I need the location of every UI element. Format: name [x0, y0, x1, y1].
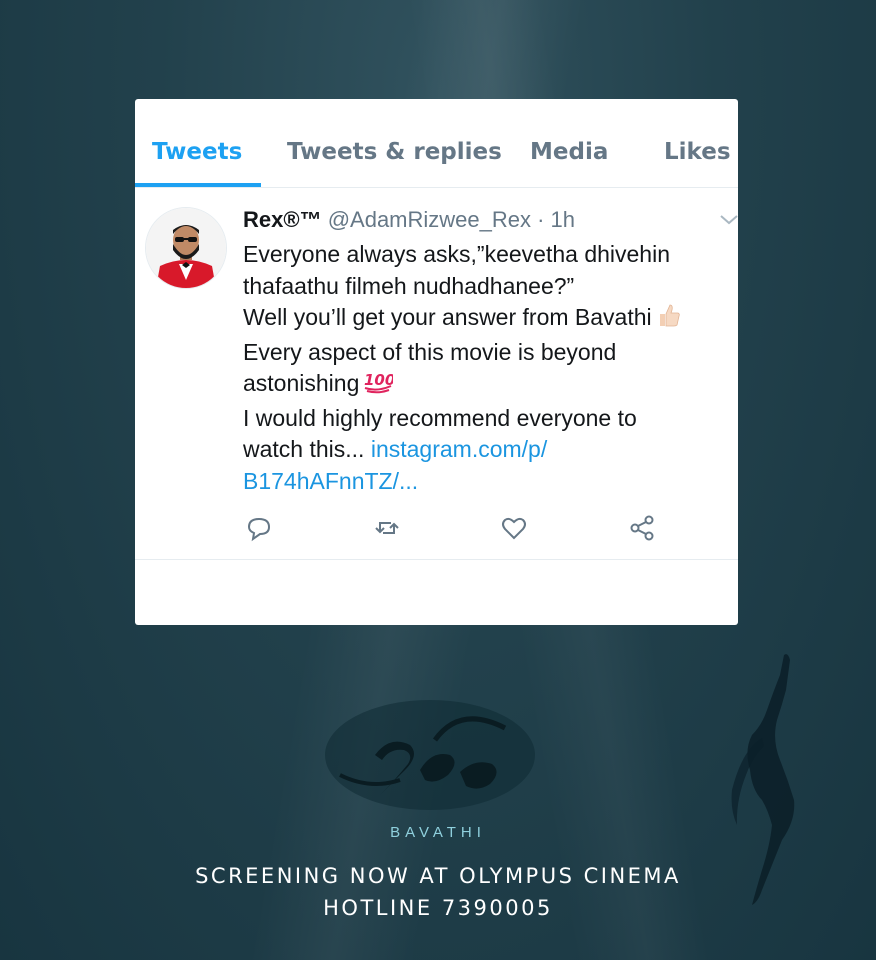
tweet-actions	[135, 513, 738, 547]
share-icon[interactable]	[627, 513, 657, 543]
thumbs-up-icon	[656, 302, 682, 337]
tweet-line: Well you’ll get your answer from Bavathi	[243, 302, 733, 337]
tab-likes[interactable]: Likes	[664, 139, 731, 165]
bavathi-logo	[320, 700, 540, 820]
tweet-line-text: Well you’ll get your answer from Bavathi	[243, 304, 652, 330]
tab-media[interactable]: Media	[530, 139, 608, 165]
tweet-line: B174hAFnnTZ/...	[243, 466, 733, 498]
tweet-line: watch this... instagram.com/p/	[243, 434, 733, 466]
tab-tweets[interactable]: Tweets	[152, 139, 242, 165]
hundred-points-icon: 100	[363, 368, 396, 403]
avatar[interactable]	[145, 207, 227, 289]
tweet-link[interactable]: instagram.com/p/	[371, 436, 547, 462]
tweet-link-continued[interactable]: B174hAFnnTZ/...	[243, 468, 418, 494]
profile-tabs: Tweets Tweets & replies Media Likes	[135, 99, 738, 188]
reply-icon[interactable]	[244, 513, 274, 543]
tweet-line: I would highly recommend everyone to	[243, 404, 637, 431]
chevron-down-icon[interactable]	[718, 211, 738, 229]
tweet-card: Tweets Tweets & replies Media Likes Rex®…	[135, 99, 738, 625]
tab-tweets-and-replies[interactable]: Tweets & replies	[287, 139, 502, 165]
tweet-header: Rex®™ @AdamRizwee_Rex · 1h	[243, 207, 575, 233]
tweet-line: thafaathu filmeh nudhadhanee?”	[243, 272, 575, 299]
author-name[interactable]: Rex®™	[243, 207, 322, 232]
divider	[135, 559, 738, 560]
tweet-line: Every aspect of this movie is beyond	[243, 338, 617, 365]
retweet-icon[interactable]	[372, 513, 402, 543]
tweet-line: astonishing 100	[243, 368, 733, 403]
tweet-line-text: astonishing	[243, 370, 360, 396]
tweet-line-text: watch this...	[243, 436, 365, 462]
tweet-line: Everyone always asks,”keevetha dhivehin	[243, 241, 671, 267]
tweet-text: Everyone always asks,”keevetha dhivehin …	[243, 239, 733, 497]
diver-silhouette	[722, 650, 822, 920]
like-icon[interactable]	[499, 513, 529, 543]
author-handle-time[interactable]: @AdamRizwee_Rex · 1h	[328, 207, 575, 232]
active-tab-indicator	[135, 183, 261, 187]
